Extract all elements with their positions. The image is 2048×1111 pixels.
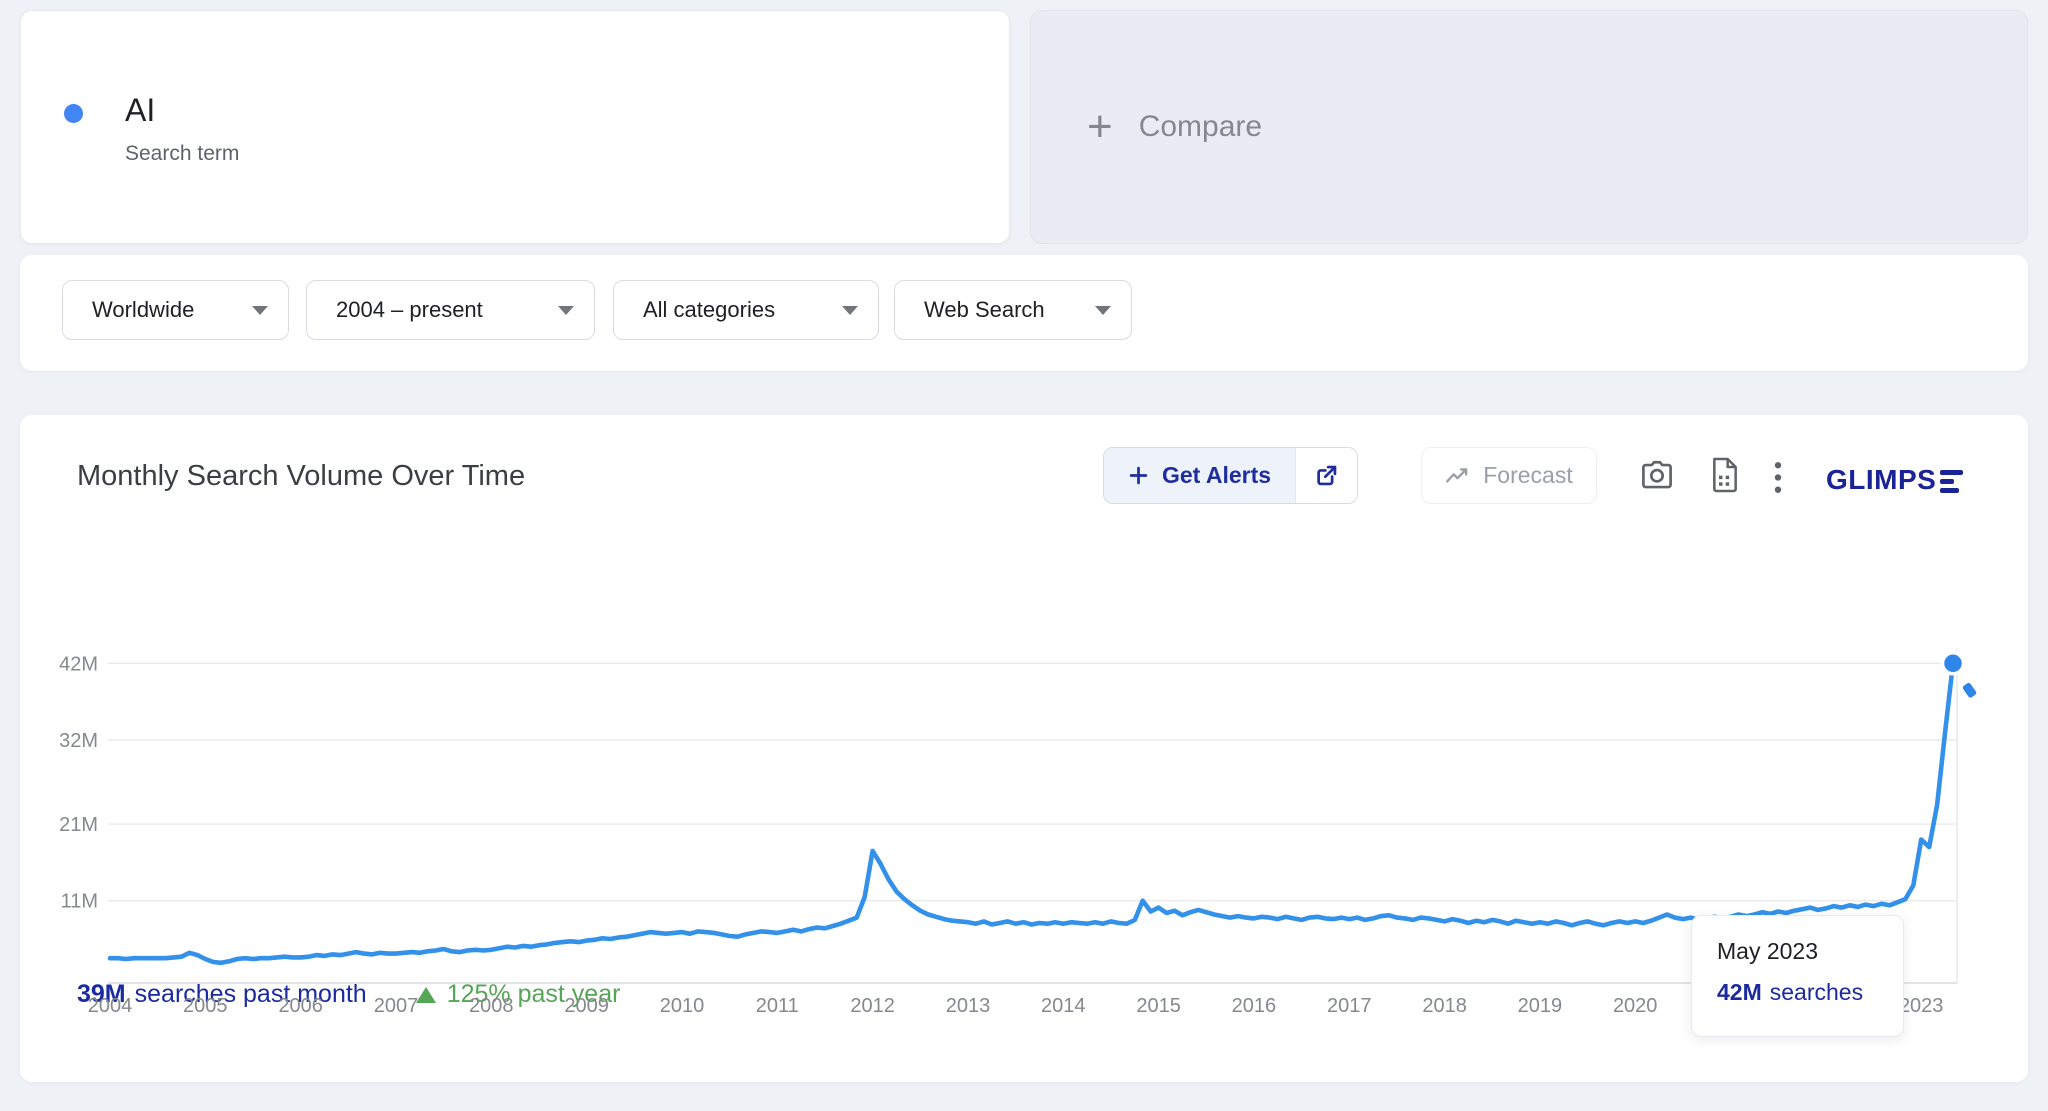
x-axis-label: 2013 [946, 995, 991, 1017]
compare-button[interactable]: + Compare [1030, 10, 2028, 244]
filter-region-dropdown[interactable]: Worldwide [62, 280, 289, 340]
filter-category-dropdown[interactable]: All categories [613, 280, 879, 340]
chevron-down-icon [558, 306, 574, 315]
y-axis-label: 11M [61, 891, 98, 913]
search-term-type: Search term [125, 142, 239, 166]
y-axis-label: 42M [59, 653, 98, 675]
x-axis-label: 2006 [278, 995, 323, 1017]
x-axis-label: 2007 [374, 995, 419, 1017]
filter-bar: Worldwide 2004 – present All categories … [20, 255, 2028, 371]
y-axis-label: 21M [59, 814, 98, 836]
search-term-card[interactable]: AI Search term [20, 10, 1010, 244]
filter-region-value: Worldwide [92, 297, 194, 323]
endpoint-marker [1943, 653, 1964, 674]
tooltip-suffix: searches [1770, 979, 1863, 1005]
x-axis-label: 2008 [469, 995, 514, 1017]
compare-label: Compare [1139, 110, 1262, 144]
x-axis-label: 2004 [88, 995, 133, 1017]
filter-timerange-value: 2004 – present [336, 297, 483, 323]
x-axis-label: 2018 [1422, 995, 1467, 1017]
y-axis-label: 32M [59, 730, 98, 752]
x-axis-label: 2015 [1136, 995, 1181, 1017]
filter-category-value: All categories [643, 297, 775, 323]
page: AI Search term + Compare Worldwide 2004 … [0, 0, 2048, 1111]
chevron-down-icon [842, 306, 858, 315]
chevron-down-icon [1095, 306, 1111, 315]
x-axis-label: 2010 [660, 995, 705, 1017]
chart-card: Monthly Search Volume Over Time Get Aler… [20, 415, 2028, 1082]
x-axis-label: 2023 [1899, 995, 1944, 1017]
x-axis-label: 2011 [756, 995, 799, 1017]
x-axis-label: 2005 [183, 995, 228, 1017]
x-axis-label: 2020 [1613, 995, 1658, 1017]
tooltip-date: May 2023 [1717, 938, 1903, 965]
x-axis-label: 2012 [850, 995, 895, 1017]
x-axis-label: 2019 [1518, 995, 1563, 1017]
x-axis-label: 2016 [1232, 995, 1277, 1017]
filter-searchtype-dropdown[interactable]: Web Search [894, 280, 1132, 340]
series-color-dot [64, 104, 83, 123]
chart-tooltip: May 2023 42M searches [1691, 915, 1904, 1037]
tooltip-value: 42M [1717, 979, 1762, 1005]
x-axis-label: 2017 [1327, 995, 1372, 1017]
search-term-label: AI [125, 92, 155, 129]
trend-line [110, 663, 1953, 963]
chevron-down-icon [252, 306, 268, 315]
filter-searchtype-value: Web Search [924, 297, 1045, 323]
cursor-icon [1962, 682, 1977, 699]
plus-icon: + [1087, 105, 1113, 149]
filter-timerange-dropdown[interactable]: 2004 – present [306, 280, 595, 340]
x-axis-label: 2009 [564, 995, 609, 1017]
x-axis-label: 2014 [1041, 995, 1086, 1017]
